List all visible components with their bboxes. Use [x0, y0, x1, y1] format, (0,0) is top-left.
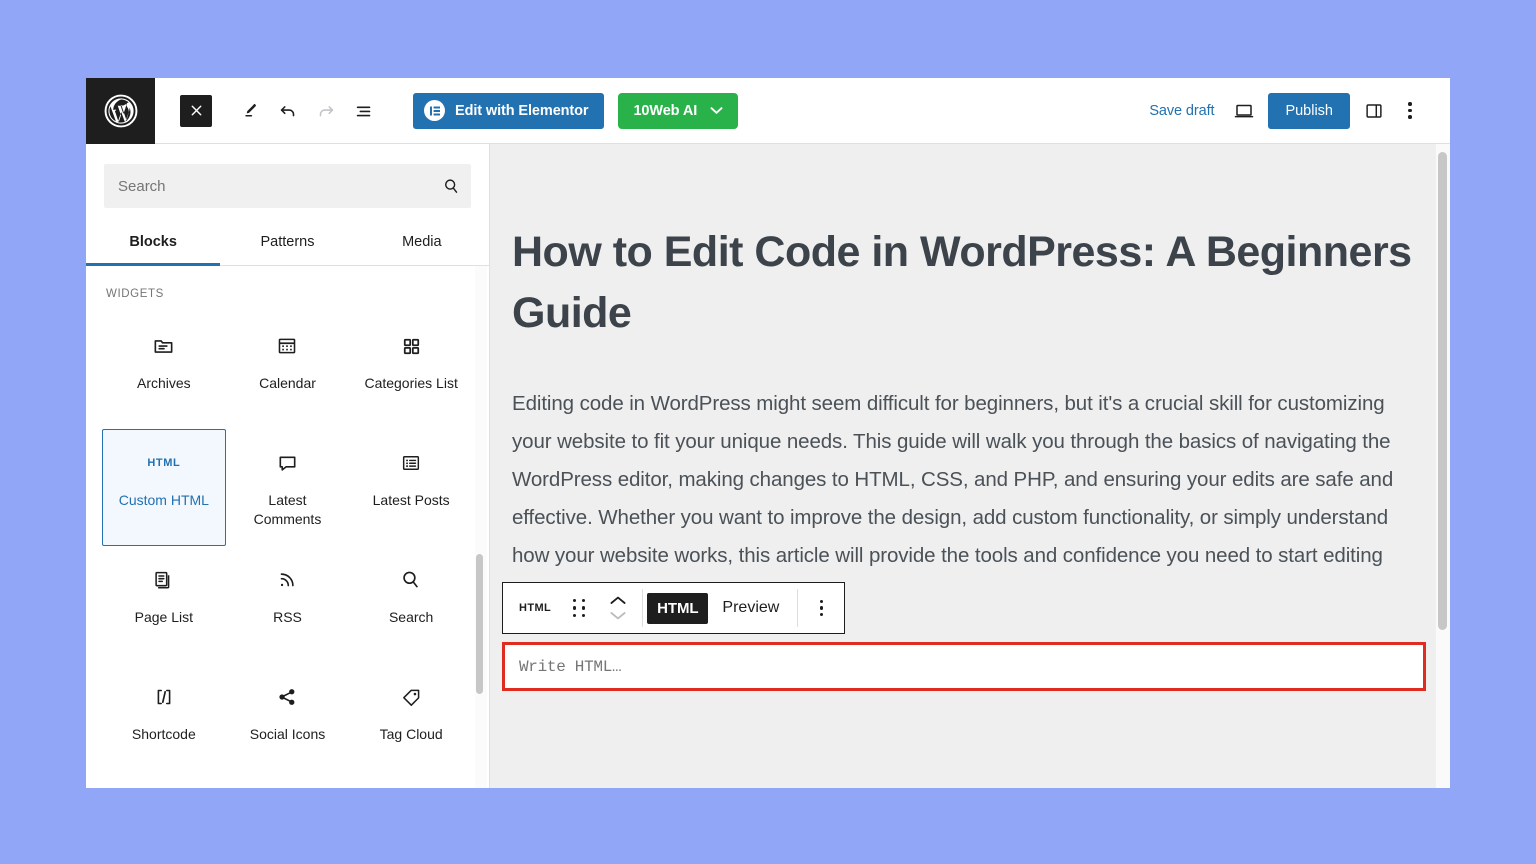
chevron-down-icon[interactable]: [609, 609, 627, 622]
block-item-label: Page List: [135, 608, 193, 627]
block-inserter-panel: Blocks Patterns Media WIDGETS Archive: [86, 144, 490, 788]
search-icon: [431, 164, 471, 208]
block-item-search[interactable]: Search: [349, 546, 473, 663]
block-item-label: Social Icons: [250, 725, 325, 744]
canvas-scrollbar-track[interactable]: [1435, 144, 1450, 788]
rss-feed-icon: [276, 563, 298, 597]
editor-window: Edit with Elementor 10Web AI Save draft …: [86, 78, 1450, 788]
block-item-label: Shortcode: [132, 725, 196, 744]
block-item-label: RSS: [273, 608, 302, 627]
search-box[interactable]: [104, 164, 471, 208]
block-toolbar: HTML: [502, 582, 845, 634]
calendar-icon: [276, 329, 298, 363]
header-left-tools: [155, 93, 382, 129]
kebab-menu-icon[interactable]: [802, 583, 840, 633]
shortcode-brackets-icon: [152, 680, 176, 714]
drag-handle-icon[interactable]: [560, 583, 598, 633]
categories-grid-icon: [401, 329, 422, 363]
tenweb-button-label: 10Web AI: [633, 103, 697, 119]
publish-button[interactable]: Publish: [1268, 93, 1350, 129]
custom-html-input[interactable]: Write HTML…: [502, 642, 1426, 691]
preview-desktop-icon[interactable]: [1226, 93, 1262, 129]
edit-with-elementor-button[interactable]: Edit with Elementor: [413, 93, 604, 129]
block-movers: [598, 594, 638, 622]
save-draft-button[interactable]: Save draft: [1137, 95, 1226, 127]
header-right-tools: Save draft Publish: [1137, 93, 1450, 129]
inserter-search-wrap: [86, 144, 489, 208]
block-item-label: Tag Cloud: [380, 725, 443, 744]
block-item-custom-html[interactable]: HTML Custom HTML: [102, 429, 226, 546]
chevron-up-icon[interactable]: [609, 594, 627, 607]
chevron-down-icon: [710, 103, 723, 119]
editor-body: Blocks Patterns Media WIDGETS Archive: [86, 144, 1450, 788]
page-title[interactable]: How to Edit Code in WordPress: A Beginne…: [512, 222, 1414, 345]
block-item-label: Categories List: [364, 374, 457, 393]
block-item-tag-cloud[interactable]: Tag Cloud: [349, 663, 473, 780]
block-item-label: Custom HTML: [119, 491, 209, 510]
block-item-calendar[interactable]: Calendar: [226, 312, 350, 429]
elementor-logo-icon: [424, 100, 445, 121]
tab-blocks[interactable]: Blocks: [86, 220, 220, 266]
post-paragraph[interactable]: Editing code in WordPress might seem dif…: [512, 385, 1414, 576]
page-list-icon: [152, 563, 175, 597]
editor-header: Edit with Elementor 10Web AI Save draft …: [86, 78, 1450, 144]
tag-icon: [400, 680, 423, 714]
block-item-latest-comments[interactable]: Latest Comments: [226, 429, 350, 546]
list-view-icon[interactable]: [346, 93, 382, 129]
block-item-label: Latest Comments: [237, 491, 337, 529]
block-item-archives[interactable]: Archives: [102, 312, 226, 429]
sidebar-toggle-icon[interactable]: [1356, 93, 1392, 129]
kebab-menu-icon[interactable]: [1392, 93, 1428, 129]
block-type-button[interactable]: HTML: [507, 602, 560, 614]
inserter-scrollbar-track[interactable]: [475, 266, 487, 788]
block-item-label: Search: [389, 608, 433, 627]
block-item-rss[interactable]: RSS: [226, 546, 350, 663]
block-toolbar-options-group: [798, 583, 844, 633]
redo-icon[interactable]: [308, 93, 344, 129]
html-code-icon: HTML: [147, 446, 180, 480]
search-icon: [400, 563, 422, 597]
editor-canvas: How to Edit Code in WordPress: A Beginne…: [490, 144, 1450, 788]
custom-html-placeholder: Write HTML…: [505, 658, 621, 676]
search-input[interactable]: [104, 164, 431, 208]
block-item-social-icons[interactable]: Social Icons: [226, 663, 350, 780]
inserter-scrollbar-thumb[interactable]: [476, 554, 483, 694]
block-item-label: Archives: [137, 374, 191, 393]
inserter-tabs: Blocks Patterns Media: [86, 220, 489, 266]
block-item-latest-posts[interactable]: Latest Posts: [349, 429, 473, 546]
share-icon: [276, 680, 298, 714]
tab-patterns[interactable]: Patterns: [220, 220, 354, 266]
edit-pencil-icon[interactable]: [232, 93, 268, 129]
inserter-scroll-region: WIDGETS Archives: [86, 266, 489, 788]
canvas-scrollbar-thumb[interactable]: [1438, 152, 1447, 630]
list-posts-icon: [400, 446, 422, 480]
archives-folder-icon: [152, 329, 175, 363]
block-item-label: Latest Posts: [373, 491, 450, 510]
html-glyph-label: HTML: [147, 457, 180, 469]
block-item-page-list[interactable]: Page List: [102, 546, 226, 663]
post-content: How to Edit Code in WordPress: A Beginne…: [500, 144, 1442, 576]
block-toolbar-left-group: HTML: [503, 583, 642, 633]
undo-icon[interactable]: [270, 93, 306, 129]
close-editor-button[interactable]: [180, 95, 212, 127]
comment-bubble-icon: [276, 446, 299, 480]
block-item-shortcode[interactable]: Shortcode: [102, 663, 226, 780]
widget-block-grid: Archives: [86, 306, 489, 780]
wordpress-logo-icon[interactable]: [86, 78, 155, 144]
block-item-label: Calendar: [259, 374, 316, 393]
preview-mode-tab[interactable]: Preview: [708, 592, 793, 624]
tenweb-ai-button[interactable]: 10Web AI: [618, 93, 738, 129]
widgets-section-title: WIDGETS: [86, 266, 489, 306]
tab-media[interactable]: Media: [355, 220, 489, 266]
html-mode-tab[interactable]: HTML: [647, 593, 708, 624]
block-toolbar-mode-group: HTML Preview: [643, 583, 797, 633]
block-item-categories-list[interactable]: Categories List: [349, 312, 473, 429]
elementor-button-label: Edit with Elementor: [455, 103, 588, 119]
